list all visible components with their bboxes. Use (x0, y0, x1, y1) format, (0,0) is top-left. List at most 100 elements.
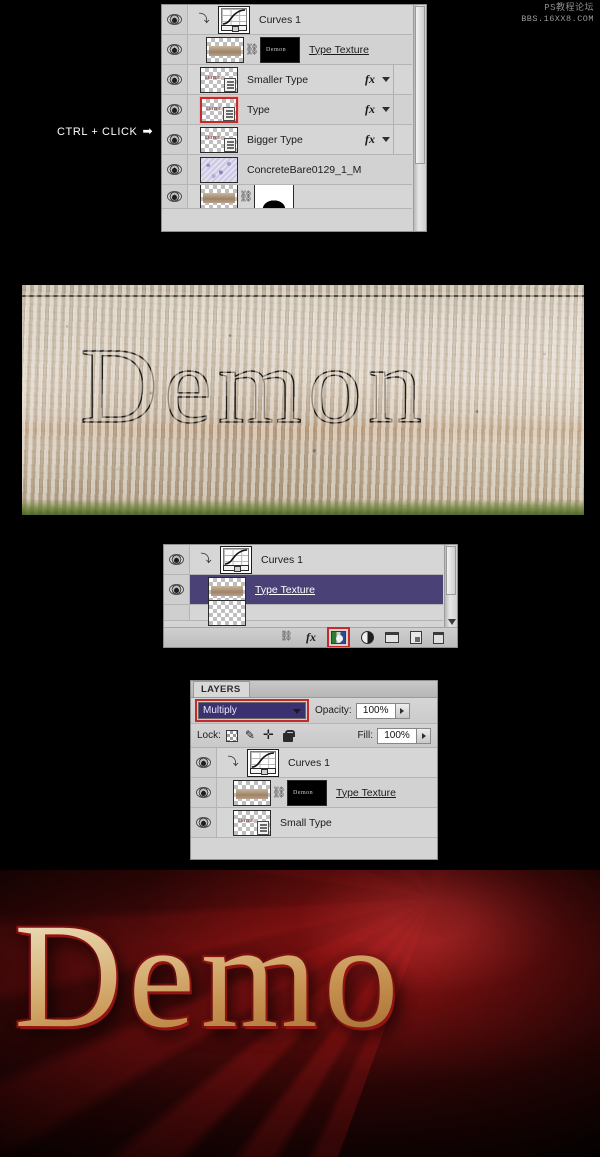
new-group-folder-icon[interactable] (385, 632, 399, 643)
layer-thumbnail[interactable]: Demon (200, 66, 238, 93)
row-divider (393, 95, 394, 124)
layer-row[interactable]: ⤵ Curves 1 (164, 545, 443, 575)
clipping-mask-arrow-icon: ⤵ (227, 756, 239, 768)
fill-label: Fill: (357, 730, 373, 741)
layer-row[interactable]: ⤵ Curves 1 (191, 748, 437, 778)
panel-tabstrip[interactable]: LAYERS (191, 681, 437, 698)
type-layer-badge-icon (224, 137, 236, 152)
chevron-down-icon[interactable] (382, 137, 390, 142)
add-layer-style-fx-icon[interactable]: fx (306, 630, 316, 645)
layer-mask-thumbnail[interactable] (254, 185, 294, 208)
layer-row-partial[interactable] (164, 599, 443, 626)
delete-layer-trash-icon[interactable] (433, 631, 444, 644)
layers-panel-toolbar[interactable]: fx (164, 627, 457, 647)
fill-stepper[interactable] (417, 727, 431, 744)
blend-mode-row[interactable]: Multiply Opacity: 100% (191, 698, 437, 724)
chevron-down-icon[interactable] (382, 107, 390, 112)
tab-layers[interactable]: LAYERS (193, 681, 251, 697)
ctrl-click-label: CTRL + CLICK (57, 126, 138, 138)
chevron-down-icon[interactable] (448, 619, 456, 625)
link-icon[interactable]: ⛓ (239, 185, 253, 208)
layers-panel-blend-mode[interactable]: LAYERS Multiply Opacity: 100% Lock: ✎ ✛ … (190, 680, 438, 860)
layer-visibility-toggle[interactable] (162, 5, 188, 34)
fill-input[interactable]: 100% (377, 727, 417, 744)
layer-row[interactable]: Demon Smaller Type fx (162, 65, 412, 95)
chevron-down-icon[interactable] (293, 709, 301, 714)
wall-grass-strip (22, 499, 584, 515)
layer-visibility-toggle[interactable] (162, 65, 188, 94)
eye-icon (196, 757, 211, 768)
new-layer-icon[interactable] (410, 631, 422, 644)
layer-thumbnail[interactable]: Demon (200, 126, 238, 153)
layer-thumbnail[interactable] (218, 5, 250, 34)
layer-thumbnail[interactable]: Demon (199, 95, 239, 124)
opacity-stepper[interactable] (395, 702, 410, 719)
layer-visibility-toggle[interactable] (191, 748, 217, 777)
chevron-down-icon[interactable] (382, 77, 390, 82)
wall-top-edge-line (22, 295, 584, 297)
layer-visibility-toggle[interactable] (162, 185, 188, 208)
layer-thumbnail[interactable]: Demon (233, 809, 271, 836)
layer-name: Type Texture (309, 43, 369, 56)
curve-line-icon (224, 548, 248, 565)
layer-row[interactable]: ⛓ Demon Type Texture (191, 778, 437, 808)
layer-row[interactable]: Demon Type fx (162, 95, 412, 125)
lock-transparent-pixels-icon[interactable] (225, 729, 238, 742)
clipping-mask-arrow-icon: ⤵ (198, 13, 210, 25)
layer-row[interactable]: ⤵ Curves 1 (162, 5, 412, 35)
layer-row-selected[interactable]: Type Texture (164, 575, 443, 605)
layer-thumbnail[interactable] (208, 599, 246, 626)
lock-all-padlock-icon[interactable] (282, 729, 295, 742)
blend-mode-value: Multiply (203, 705, 237, 716)
layer-visibility-toggle[interactable] (162, 95, 188, 124)
lock-icon-group[interactable] (225, 727, 295, 743)
layer-thumbnail[interactable] (200, 156, 238, 183)
layer-thumbnail[interactable] (220, 545, 252, 574)
type-layer-badge-icon (223, 106, 235, 121)
layer-visibility-toggle[interactable] (191, 778, 217, 807)
layer-mask-thumbnail[interactable]: Demon (260, 36, 300, 63)
link-icon[interactable]: ⛓ (245, 37, 259, 63)
type-thumbnail-icon-highlighted[interactable]: Demon (199, 95, 239, 124)
layer-visibility-toggle[interactable] (164, 575, 190, 604)
new-adjustment-layer-icon[interactable] (361, 631, 374, 644)
layer-effects-indicator[interactable]: fx (365, 65, 390, 94)
eye-icon (167, 164, 182, 175)
panel-scrollbar[interactable] (413, 5, 426, 231)
fill-field-group[interactable]: Fill: 100% (351, 727, 437, 744)
layer-visibility-toggle[interactable] (191, 808, 217, 837)
layer-name: Curves 1 (261, 553, 304, 566)
opacity-input[interactable]: 100% (355, 702, 396, 719)
layer-visibility-toggle[interactable] (162, 125, 188, 154)
lock-position-move-icon[interactable] (263, 727, 276, 743)
panel-scrollbar[interactable] (444, 545, 457, 627)
lock-row[interactable]: Lock: Fill: 100% (191, 724, 437, 748)
layer-visibility-toggle[interactable] (164, 545, 190, 574)
layer-effects-indicator[interactable]: fx (365, 125, 390, 154)
eye-icon (167, 134, 182, 145)
layer-visibility-toggle[interactable] (164, 605, 190, 620)
link-icon[interactable]: ⛓ (272, 780, 286, 806)
layer-thumbnail[interactable] (247, 748, 279, 777)
layers-panel-top[interactable]: ⤵ Curves 1 ⛓ Demon Type Texture Demon Sm… (161, 4, 427, 232)
layers-panel-mask-step[interactable]: ⤵ Curves 1 Type Texture ⛓ fx (163, 544, 458, 648)
layer-visibility-toggle[interactable] (162, 155, 188, 184)
layer-mask-thumbnail[interactable]: Demon (287, 779, 327, 806)
layer-visibility-toggle[interactable] (162, 35, 188, 64)
layer-row[interactable]: ⛓ Demon Type Texture (162, 35, 412, 65)
layer-thumbnail[interactable]: ⛓ Demon (206, 36, 300, 63)
layer-effects-indicator[interactable]: fx (365, 95, 390, 124)
layer-row[interactable]: Demon Bigger Type fx (162, 125, 412, 155)
layer-row-partial[interactable]: ⛓ (162, 185, 412, 209)
thumbnail-type-glyphs: Demon (205, 74, 221, 81)
layer-row[interactable]: ConcreteBare0129_1_M (162, 155, 412, 185)
scrollbar-thumb[interactable] (446, 546, 456, 596)
link-layers-icon[interactable] (280, 631, 295, 645)
scrollbar-thumb[interactable] (415, 6, 425, 165)
lock-image-pixels-brush-icon[interactable] (245, 728, 257, 742)
blend-mode-select[interactable]: Multiply (198, 702, 306, 719)
add-layer-mask-button-highlighted[interactable] (327, 627, 350, 647)
layer-thumbnail[interactable]: ⛓ (200, 185, 294, 208)
layer-row[interactable]: Demon Small Type (191, 808, 437, 838)
layer-thumbnail[interactable]: ⛓ Demon (233, 779, 327, 806)
